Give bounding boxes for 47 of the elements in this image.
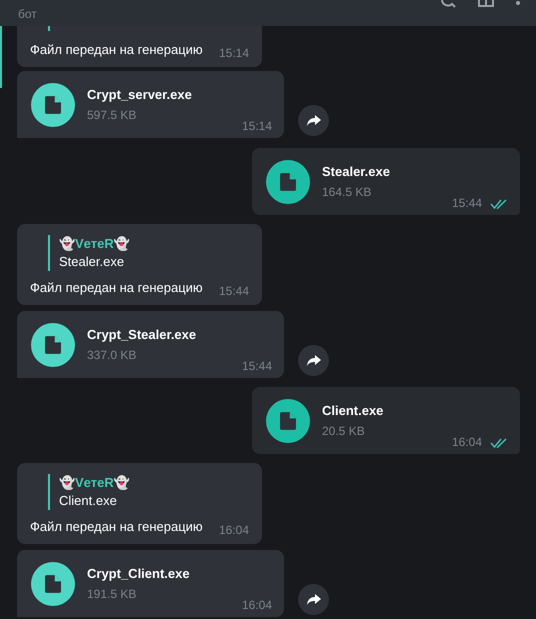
message-time: 15:44 bbox=[452, 197, 482, 209]
message-time: 16:04 bbox=[218, 524, 249, 536]
message-text: Файл передан на генерацию bbox=[30, 518, 203, 536]
file-download-button[interactable] bbox=[266, 399, 310, 443]
forward-arrow-icon bbox=[306, 115, 320, 126]
message-time: 15:44 bbox=[242, 360, 272, 372]
message-time: 15:14 bbox=[218, 47, 249, 59]
file-size: 597.5 KB bbox=[87, 107, 138, 124]
file-download-button[interactable] bbox=[31, 323, 75, 367]
forward-arrow-icon bbox=[306, 594, 320, 605]
forward-button[interactable] bbox=[298, 345, 329, 376]
reply-quote[interactable]: 👻VетеR👻 Stealer.exe bbox=[48, 235, 249, 271]
columns-icon[interactable] bbox=[478, 0, 494, 7]
document-icon bbox=[45, 96, 61, 114]
file-download-button[interactable] bbox=[31, 83, 75, 127]
forward-button[interactable] bbox=[298, 105, 329, 136]
reply-text: Stealer.exe bbox=[59, 253, 126, 271]
file-name: Crypt_Stealer.exe bbox=[87, 326, 198, 344]
message-time: 16:04 bbox=[242, 599, 272, 611]
document-icon bbox=[45, 336, 61, 354]
document-icon bbox=[45, 575, 61, 593]
message-time: 16:04 bbox=[452, 436, 482, 448]
message-text: Файл передан на генерацию bbox=[30, 279, 203, 297]
search-icon[interactable] bbox=[440, 0, 456, 8]
file-download-button[interactable] bbox=[266, 160, 310, 204]
file-download-button[interactable] bbox=[31, 562, 75, 606]
forward-arrow-icon bbox=[306, 355, 320, 366]
message-time: 15:44 bbox=[218, 285, 249, 297]
file-size: 20.5 KB bbox=[322, 423, 366, 440]
file-name: Crypt_server.exe bbox=[87, 86, 193, 104]
reply-author: 👻VетеR👻 bbox=[59, 474, 131, 492]
file-name: Crypt_Client.exe bbox=[87, 565, 191, 583]
file-name: Stealer.exe bbox=[322, 163, 391, 181]
message-time: 15:14 bbox=[242, 120, 272, 132]
reply-author: 👻VетеR👻 bbox=[59, 235, 131, 253]
file-name: Client.exe bbox=[322, 402, 384, 420]
more-icon[interactable] bbox=[516, 0, 520, 6]
reply-quote[interactable]: 👻VетеR👻 Client.exe bbox=[48, 474, 249, 510]
document-icon bbox=[280, 412, 296, 430]
document-icon bbox=[280, 173, 296, 191]
file-size: 191.5 KB bbox=[87, 586, 138, 603]
message-text: Файл передан на генерацию bbox=[30, 41, 203, 59]
chat-subtitle: бот bbox=[18, 6, 37, 20]
file-size: 164.5 KB bbox=[322, 184, 372, 201]
reply-text: Client.exe bbox=[59, 492, 118, 510]
file-size: 337.0 KB bbox=[87, 347, 138, 364]
forward-button[interactable] bbox=[298, 584, 329, 615]
